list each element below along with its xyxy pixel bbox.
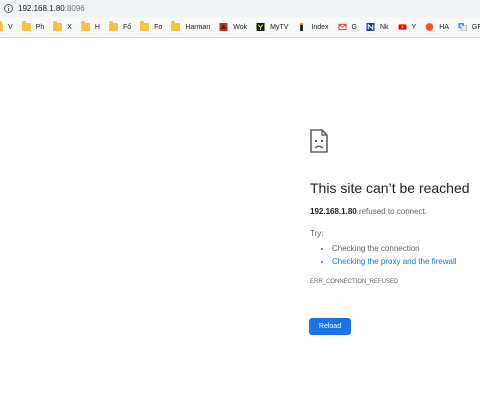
folder-icon bbox=[0, 21, 3, 31]
bookmark-label: Nk bbox=[379, 23, 389, 31]
ha-favicon bbox=[425, 23, 434, 31]
bookmark-label: Harman bbox=[185, 23, 211, 31]
error-host: 192.168.1.80 bbox=[310, 207, 357, 216]
suggestion-list: Checking the connection Checking the pro… bbox=[310, 242, 457, 268]
gmail-favicon bbox=[338, 23, 346, 31]
wok-favicon bbox=[219, 23, 228, 31]
bookmark-label: Index bbox=[311, 23, 329, 31]
mytv-favicon bbox=[256, 23, 265, 31]
try-label: Try: bbox=[310, 229, 324, 238]
bookmarks-bar: V Ph X H Fő Fo Harman Wok MyTV Index G N… bbox=[0, 17, 480, 38]
error-code: ERR_CONNECTION_REFUSED bbox=[310, 279, 399, 285]
bookmark-youtube[interactable]: Y bbox=[398, 23, 417, 31]
bookmark-index[interactable]: Index bbox=[297, 23, 329, 31]
proxy-firewall-link[interactable]: Checking the proxy and the firewall bbox=[332, 257, 457, 266]
bookmark-label: X bbox=[67, 23, 72, 31]
error-description: 192.168.1.80 refused to connect. bbox=[310, 207, 427, 216]
index-favicon bbox=[300, 23, 304, 31]
bookmark-label: G bbox=[351, 23, 357, 31]
folder-icon bbox=[53, 21, 63, 31]
bookmark-gmail[interactable]: G bbox=[338, 23, 357, 31]
bookmark-fo-accent[interactable]: Fő bbox=[108, 21, 132, 31]
error-message: refused to connect. bbox=[356, 207, 427, 216]
folder-icon bbox=[21, 21, 31, 31]
folder-icon bbox=[140, 21, 150, 31]
suggestion-check-proxy: Checking the proxy and the firewall bbox=[332, 255, 457, 268]
nk-favicon bbox=[366, 23, 375, 31]
url-port: :8096 bbox=[64, 4, 85, 13]
bookmark-label: HA bbox=[439, 23, 449, 31]
reload-button[interactable]: Reload bbox=[309, 318, 351, 335]
suggestion-check-connection: Checking the connection bbox=[332, 242, 457, 255]
bookmark-label: MyTV bbox=[270, 23, 289, 31]
url-host: 192.168.1.80 bbox=[18, 4, 65, 13]
address-bar[interactable]: 192.168.1.80:8096 bbox=[0, 0, 480, 17]
sad-page-icon bbox=[310, 129, 328, 153]
bookmark-x[interactable]: X bbox=[53, 21, 72, 31]
bookmark-h[interactable]: H bbox=[80, 21, 100, 31]
bookmark-label: V bbox=[8, 23, 13, 31]
bookmark-v[interactable]: V bbox=[0, 21, 13, 31]
url-text[interactable]: 192.168.1.80:8096 bbox=[18, 4, 85, 13]
bookmark-label: Ph bbox=[35, 23, 45, 31]
bookmark-ph[interactable]: Ph bbox=[21, 21, 45, 31]
bookmark-label: Wok bbox=[233, 23, 248, 31]
info-icon[interactable] bbox=[4, 4, 13, 13]
bookmark-mytv[interactable]: MyTV bbox=[256, 23, 288, 31]
youtube-favicon bbox=[398, 24, 407, 30]
folder-icon bbox=[80, 21, 90, 31]
bookmark-harman[interactable]: Harman bbox=[171, 21, 211, 31]
folder-icon bbox=[108, 21, 118, 31]
bookmark-fo[interactable]: Fo bbox=[140, 21, 163, 31]
bookmark-label: Y bbox=[411, 23, 417, 31]
bookmark-gf[interactable]: GF bbox=[458, 23, 480, 31]
bookmark-label: H bbox=[94, 23, 100, 31]
page-title: This site can’t be reached bbox=[310, 180, 470, 196]
bookmark-label: GF bbox=[471, 23, 480, 31]
bookmark-label: Fő bbox=[122, 23, 132, 31]
bookmark-nk[interactable]: Nk bbox=[366, 23, 389, 31]
bookmark-label: Fo bbox=[154, 23, 163, 31]
translate-favicon bbox=[458, 23, 467, 31]
bookmark-wok[interactable]: Wok bbox=[219, 23, 247, 31]
folder-icon bbox=[171, 21, 181, 31]
bookmark-ha[interactable]: HA bbox=[425, 23, 449, 31]
